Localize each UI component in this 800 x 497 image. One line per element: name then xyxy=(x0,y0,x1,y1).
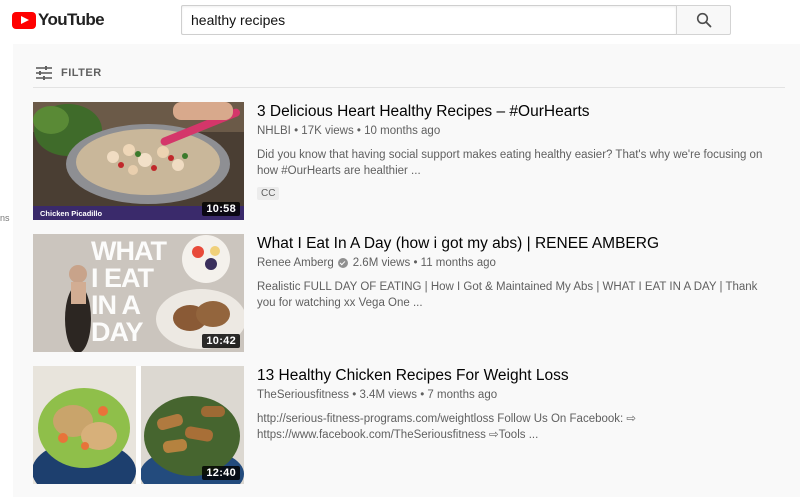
filter-label: FILTER xyxy=(61,67,102,79)
video-title[interactable]: 13 Healthy Chicken Recipes For Weight Lo… xyxy=(257,366,777,386)
channel-name[interactable]: Renee Amberg xyxy=(257,255,334,271)
byline-dot: • xyxy=(349,389,360,401)
masthead: YouTube xyxy=(0,0,800,44)
thumbnail-text-line: I EAT xyxy=(91,263,154,293)
video-thumbnail[interactable]: Chicken Picadillo 10:58 xyxy=(33,102,244,220)
search-bar xyxy=(181,5,731,35)
youtube-logo[interactable]: YouTube xyxy=(12,10,105,30)
video-meta: 3 Delicious Heart Healthy Recipes – #Our… xyxy=(257,102,777,201)
video-thumbnail[interactable]: WHAT I EAT IN A DAY 10:42 xyxy=(33,234,244,352)
video-byline: NHLBI • 17K views • 10 months ago xyxy=(257,123,777,139)
video-thumbnail[interactable]: 12:40 xyxy=(33,366,244,484)
video-duration: 12:40 xyxy=(202,466,240,480)
byline-dot: • xyxy=(353,125,365,137)
upload-age: 10 months ago xyxy=(364,125,441,137)
verified-icon xyxy=(337,258,348,268)
view-count: 17K views xyxy=(301,125,354,137)
video-title[interactable]: What I Eat In A Day (how i got my abs) |… xyxy=(257,234,777,254)
play-logo-icon xyxy=(12,11,36,29)
view-count: 3.4M views xyxy=(359,389,417,401)
upload-age: 7 months ago xyxy=(427,389,498,401)
thumbnail-text-line: IN A xyxy=(91,290,141,320)
channel-name[interactable]: NHLBI xyxy=(257,123,291,139)
thumbnail-text-line: DAY xyxy=(91,317,144,347)
logo-text: YouTube xyxy=(38,10,105,29)
video-description: Did you know that having social support … xyxy=(257,149,763,177)
video-description: http://serious-fitness-programs.com/weig… xyxy=(257,413,637,441)
video-title[interactable]: 3 Delicious Heart Healthy Recipes – #Our… xyxy=(257,102,777,122)
sidebar-fragment: ns xyxy=(0,213,10,223)
video-meta: What I Eat In A Day (how i got my abs) |… xyxy=(257,234,777,311)
view-count: 2.6M views xyxy=(352,257,411,269)
byline-dot: • xyxy=(417,389,428,401)
video-duration: 10:42 xyxy=(202,334,240,348)
upload-age: 11 months ago xyxy=(420,257,496,269)
thumbnail-caption: Chicken Picadillo xyxy=(40,209,103,218)
video-duration: 10:58 xyxy=(202,202,240,216)
search-button[interactable] xyxy=(676,5,731,35)
channel-name[interactable]: TheSeriousfitness xyxy=(257,387,349,403)
filter-divider xyxy=(33,87,785,88)
video-byline: Renee Amberg 2.6M views • 11 months ago xyxy=(257,255,777,271)
search-icon xyxy=(696,12,711,28)
video-description: Realistic FULL DAY OF EATING | How I Got… xyxy=(257,281,758,309)
thumbnail-text-line: WHAT xyxy=(91,236,167,266)
video-result[interactable]: WHAT I EAT IN A DAY 10:42 What I Eat In … xyxy=(33,234,783,352)
sliders-icon xyxy=(36,66,52,80)
thumbnail-overlay-text: WHAT I EAT IN A DAY xyxy=(91,236,167,347)
video-result[interactable]: Chicken Picadillo 10:58 3 Delicious Hear… xyxy=(33,102,783,220)
video-byline: TheSeriousfitness • 3.4M views • 7 month… xyxy=(257,387,777,403)
byline-dot: • xyxy=(410,257,421,269)
search-input[interactable] xyxy=(181,5,676,35)
video-meta: 13 Healthy Chicken Recipes For Weight Lo… xyxy=(257,366,777,443)
byline-dot: • xyxy=(290,125,302,137)
filter-button[interactable]: FILTER xyxy=(35,65,102,81)
cc-badge: CC xyxy=(257,187,280,200)
video-result[interactable]: 12:40 13 Healthy Chicken Recipes For Wei… xyxy=(33,366,783,484)
